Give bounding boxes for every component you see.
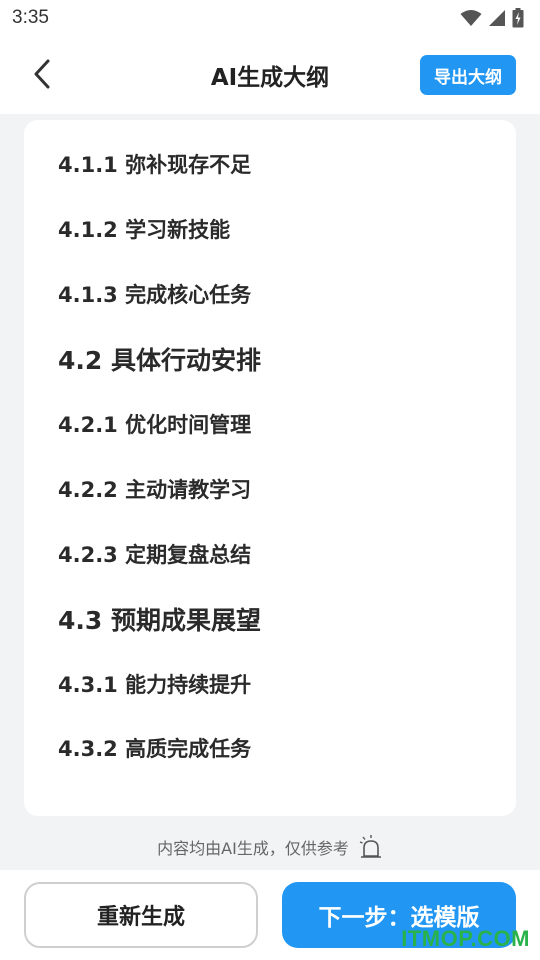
status-time: 3:35 xyxy=(12,7,49,28)
alarm-bell-icon[interactable] xyxy=(359,834,383,860)
wifi-icon xyxy=(460,10,482,26)
disclaimer-text: 内容均由AI生成，仅供参考 xyxy=(157,839,349,858)
export-outline-button[interactable]: 导出大纲 xyxy=(420,55,516,95)
outline-item[interactable]: 4.2.2 主动请教学习 xyxy=(24,456,516,521)
status-icons xyxy=(460,8,524,28)
outline-item[interactable]: 4.3.1 能力持续提升 xyxy=(24,651,516,716)
outline-item[interactable]: 4.1.2 学习新技能 xyxy=(24,197,516,262)
outline-item[interactable]: 4.2.1 优化时间管理 xyxy=(24,392,516,457)
outline-item[interactable]: 4.2.3 定期复盘总结 xyxy=(24,521,516,586)
signal-icon xyxy=(489,10,505,26)
outline-section-heading[interactable]: 4.2 具体行动安排 xyxy=(24,327,516,392)
app-header: AI生成大纲 导出大纲 xyxy=(0,36,540,114)
bottom-action-bar: 重新生成 下一步：选模版 ITMOP.COM xyxy=(0,870,540,960)
outline-item[interactable]: 4.3.2 高质完成任务 xyxy=(24,716,516,781)
regenerate-button[interactable]: 重新生成 xyxy=(24,882,258,948)
outline-item[interactable]: 4.1.1 弥补现存不足 xyxy=(24,132,516,197)
status-bar: 3:35 xyxy=(0,0,540,36)
watermark-logo: ITMOP.COM xyxy=(401,926,530,951)
outline-item[interactable]: 4.1.3 完成核心任务 xyxy=(24,262,516,327)
battery-icon xyxy=(512,8,524,28)
outline-card: 4.1.1 弥补现存不足 4.1.2 学习新技能 4.1.3 完成核心任务 4.… xyxy=(24,120,516,816)
outline-section-heading[interactable]: 4.3 预期成果展望 xyxy=(24,586,516,651)
ai-disclaimer: 内容均由AI生成，仅供参考 xyxy=(0,832,540,862)
